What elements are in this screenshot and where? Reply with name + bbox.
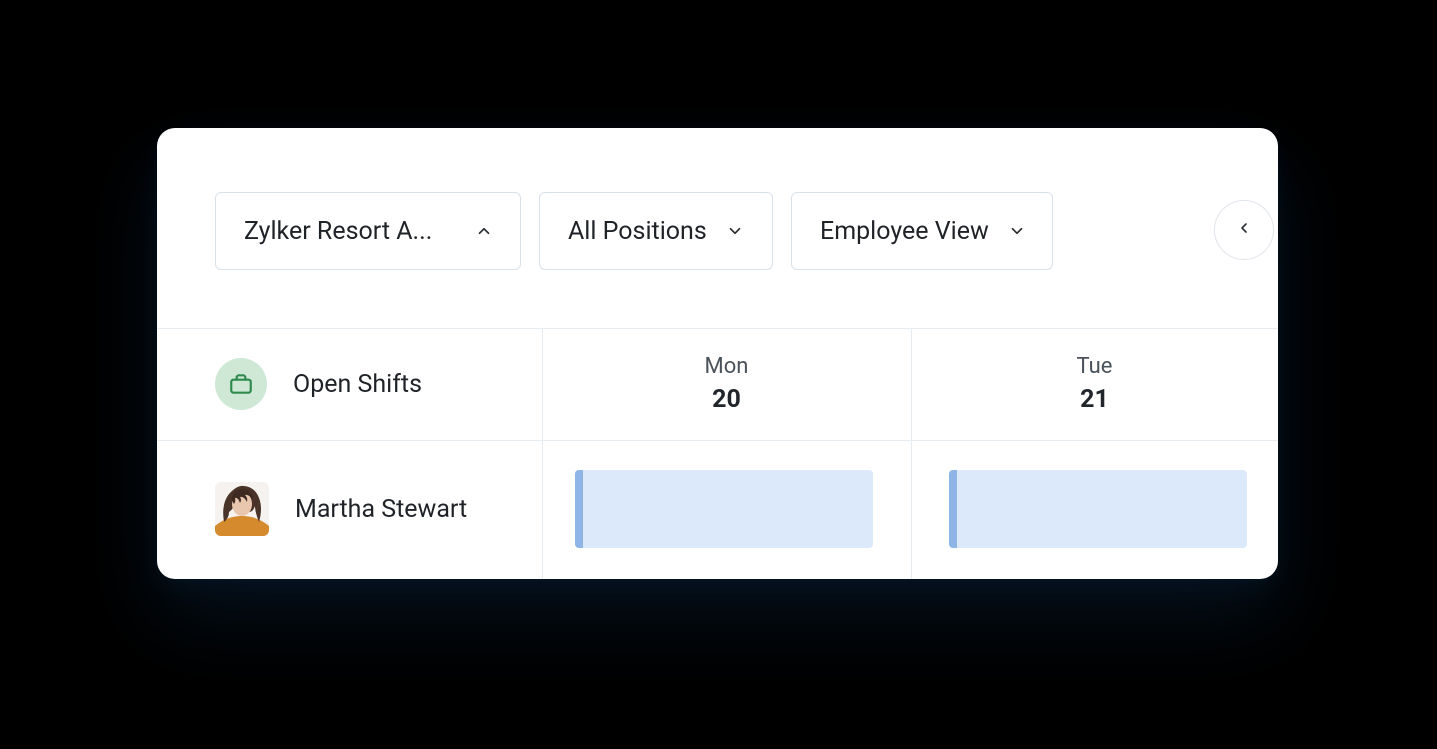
avatar: [215, 482, 269, 536]
day-column-mon[interactable]: Mon 20: [542, 328, 911, 440]
day-number: 21: [1080, 385, 1109, 414]
day-name: Mon: [705, 354, 749, 379]
schedule-header-row: Open Shifts Mon 20 Tue 21: [157, 328, 1278, 440]
chevron-down-icon: [725, 221, 745, 241]
location-dropdown[interactable]: Zylker Resort A...: [215, 192, 521, 270]
day-number: 20: [712, 385, 741, 414]
chevron-left-icon: [1236, 220, 1252, 240]
shift-accent: [575, 470, 583, 548]
employee-row: Martha Stewart: [157, 440, 1278, 578]
location-dropdown-label: Zylker Resort A...: [244, 217, 432, 246]
schedule-card: Zylker Resort A... All Positions Employe…: [157, 128, 1278, 579]
open-shifts-cell: Open Shifts: [215, 328, 422, 440]
shift-block[interactable]: [949, 470, 1247, 548]
view-dropdown-label: Employee View: [820, 217, 989, 246]
positions-dropdown[interactable]: All Positions: [539, 192, 773, 270]
chevron-down-icon: [1007, 221, 1027, 241]
briefcase-icon: [215, 358, 267, 410]
open-shifts-label: Open Shifts: [293, 370, 422, 399]
prev-button[interactable]: [1214, 200, 1274, 260]
employee-name: Martha Stewart: [295, 495, 467, 524]
shift-block[interactable]: [575, 470, 873, 548]
shift-accent: [949, 470, 957, 548]
chevron-up-icon: [474, 221, 494, 241]
day-name: Tue: [1077, 354, 1113, 379]
day-column-tue[interactable]: Tue 21: [911, 328, 1278, 440]
employee-cell[interactable]: Martha Stewart: [215, 440, 467, 578]
view-dropdown[interactable]: Employee View: [791, 192, 1053, 270]
positions-dropdown-label: All Positions: [568, 217, 707, 246]
